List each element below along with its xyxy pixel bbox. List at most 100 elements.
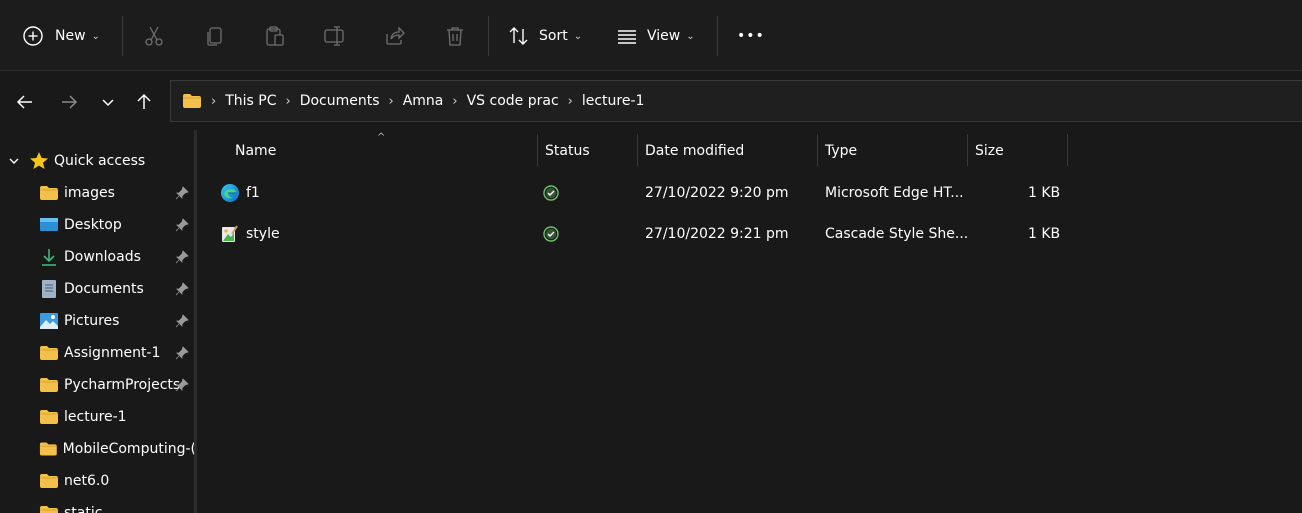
folder-icon	[40, 186, 58, 200]
column-divider[interactable]	[1067, 134, 1068, 166]
column-divider[interactable]	[637, 134, 638, 166]
view-list-icon	[618, 30, 636, 44]
sidebar-item-desktop[interactable]: Desktop	[0, 209, 196, 241]
synced-check-icon	[543, 226, 559, 242]
css-file-icon	[222, 225, 238, 242]
file-row-f1[interactable]: f1 27/10/2022 9:20 pm Microsoft Edge HT.…	[210, 173, 1080, 213]
breadcrumb-separator: ›	[285, 93, 291, 109]
new-button[interactable]: New ⌄	[22, 14, 100, 58]
sidebar-item-label: images	[64, 185, 115, 201]
address-bar[interactable]: › This PC › Documents › Amna › VS code p…	[170, 80, 1302, 122]
plus-circle-icon	[23, 26, 43, 46]
pin-icon[interactable]	[175, 314, 189, 328]
desktop-icon	[40, 218, 58, 231]
sidebar-item-mobilecomputing[interactable]: MobileComputing-(	[0, 433, 196, 465]
view-button[interactable]: View ⌄	[616, 14, 695, 58]
command-bar: New ⌄ Sort ⌄ View ⌄ •••	[0, 0, 1302, 71]
chevron-down-icon	[9, 158, 19, 164]
new-label: New	[55, 28, 86, 44]
chevron-down-icon: ⌄	[686, 30, 695, 42]
sidebar-item-downloads[interactable]: Downloads	[0, 241, 196, 273]
navigation-pane-scrollbar[interactable]	[194, 130, 197, 513]
file-type-cell: Microsoft Edge HT...	[825, 185, 964, 201]
sidebar-item-static[interactable]: static	[0, 497, 196, 513]
quick-access-label: Quick access	[54, 153, 146, 169]
breadcrumb-vs-code-prac[interactable]: VS code prac	[467, 93, 559, 109]
column-header-name[interactable]: Name	[235, 134, 276, 168]
folder-icon	[40, 346, 58, 360]
file-size-cell: 1 KB	[1028, 226, 1061, 242]
column-divider[interactable]	[967, 134, 968, 166]
toolbar-divider	[488, 16, 489, 56]
pin-icon[interactable]	[175, 378, 189, 392]
breadcrumb-separator: ›	[567, 93, 573, 109]
pin-icon[interactable]	[175, 282, 189, 296]
pin-icon[interactable]	[175, 218, 189, 232]
chevron-down-icon	[102, 99, 114, 107]
sidebar-item-images[interactable]: images	[0, 177, 196, 209]
sidebar-item-quick-access[interactable]: Quick access	[0, 145, 196, 177]
breadcrumb-separator: ›	[388, 93, 394, 109]
sidebar-item-assignment-1[interactable]: Assignment-1	[0, 337, 196, 369]
chevron-down-icon: ⌄	[91, 30, 100, 42]
synced-check-icon	[543, 185, 559, 201]
breadcrumb-separator: ›	[452, 93, 458, 109]
delete-button[interactable]	[444, 14, 466, 58]
sidebar-item-label: MobileComputing-(	[62, 441, 196, 457]
breadcrumb-this-pc[interactable]: This PC	[225, 93, 276, 109]
file-row-style[interactable]: style 27/10/2022 9:21 pm Cascade Style S…	[210, 214, 1080, 254]
sort-ascending-icon: ^	[377, 132, 386, 143]
forward-button[interactable]	[55, 88, 83, 116]
scissors-icon	[145, 26, 163, 46]
recent-locations-button[interactable]	[94, 88, 122, 116]
pin-icon[interactable]	[175, 346, 189, 360]
breadcrumb-documents[interactable]: Documents	[300, 93, 380, 109]
sidebar-item-documents[interactable]: Documents	[0, 273, 196, 305]
column-header-type[interactable]: Type	[825, 134, 857, 168]
toolbar-divider	[717, 16, 718, 56]
folder-icon	[39, 442, 57, 456]
sidebar-item-net6[interactable]: net6.0	[0, 465, 196, 497]
file-status-cell	[543, 173, 559, 213]
folder-icon	[40, 410, 58, 424]
sort-icon	[509, 27, 528, 45]
column-header-size[interactable]: Size	[975, 134, 1004, 168]
column-divider[interactable]	[817, 134, 818, 166]
chevron-down-icon: ⌄	[573, 30, 583, 42]
breadcrumb-lecture-1[interactable]: lecture-1	[582, 93, 645, 109]
more-icon: •••	[737, 28, 765, 44]
cut-button[interactable]	[143, 14, 165, 58]
pin-icon[interactable]	[175, 186, 189, 200]
file-name-cell: style	[220, 214, 280, 254]
up-button[interactable]	[130, 88, 158, 116]
breadcrumb-separator: ›	[211, 93, 217, 109]
share-button[interactable]	[384, 14, 406, 58]
arrow-left-icon	[16, 95, 32, 109]
star-icon	[30, 152, 48, 169]
column-header-date-modified[interactable]: Date modified	[645, 134, 744, 168]
back-button[interactable]	[11, 88, 39, 116]
sidebar-item-lecture-1[interactable]: lecture-1	[0, 401, 196, 433]
view-label: View	[647, 28, 681, 44]
sort-button[interactable]: Sort ⌄	[508, 14, 582, 58]
file-size-cell: 1 KB	[1028, 185, 1061, 201]
pin-icon[interactable]	[175, 250, 189, 264]
column-divider[interactable]	[537, 134, 538, 166]
toolbar-divider	[122, 16, 123, 56]
copy-icon	[207, 27, 222, 46]
sidebar-item-pictures[interactable]: Pictures	[0, 305, 196, 337]
rename-button[interactable]	[323, 14, 347, 58]
sidebar-item-label: Documents	[64, 281, 144, 297]
sort-label: Sort	[539, 28, 568, 44]
sidebar-item-pycharmprojects[interactable]: PycharmProjects	[0, 369, 196, 401]
breadcrumb-amna[interactable]: Amna	[403, 93, 444, 109]
more-options-button[interactable]: •••	[737, 14, 765, 58]
paste-button[interactable]	[264, 14, 286, 58]
pictures-icon	[40, 313, 58, 329]
document-icon	[42, 280, 56, 298]
folder-icon	[40, 474, 58, 488]
column-header-status[interactable]: Status	[545, 134, 590, 168]
arrow-right-icon	[62, 95, 78, 109]
copy-button[interactable]	[204, 14, 226, 58]
sidebar-item-label: Assignment-1	[64, 345, 161, 361]
